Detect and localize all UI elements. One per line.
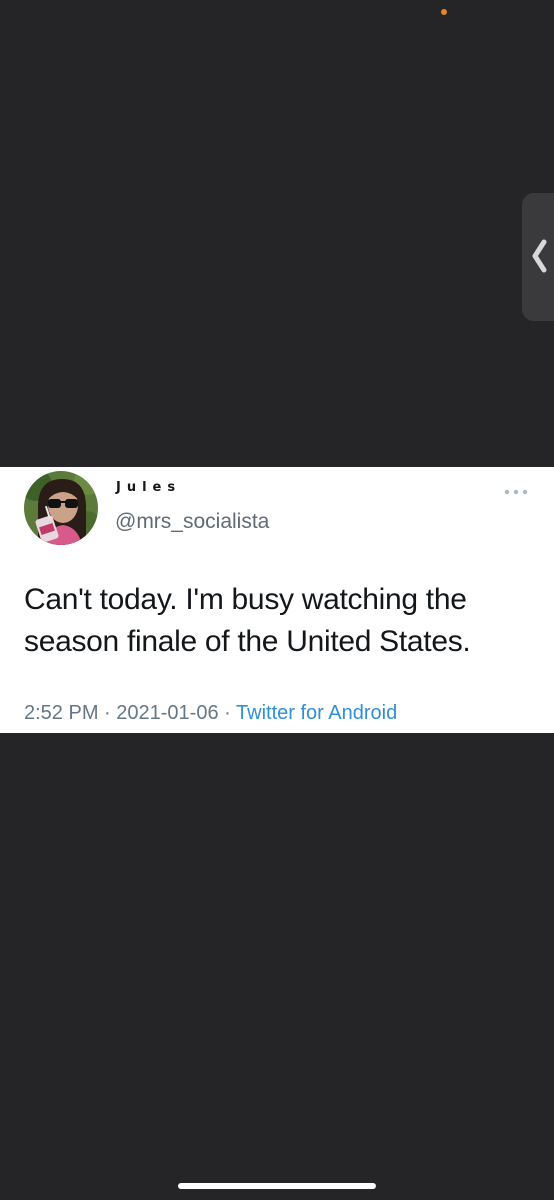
meta-separator: ·	[104, 702, 111, 724]
tweet-source-link[interactable]: Twitter for Android	[236, 702, 397, 724]
tweet-time[interactable]: 2:52 PM	[24, 702, 98, 724]
display-name[interactable]: Jules	[116, 480, 181, 495]
tweet-text: Can't today. I'm busy watching the seaso…	[24, 583, 471, 658]
tweet-card: Jules @mrs_socialista Can't today. I'm b…	[0, 467, 554, 733]
tweet-metadata: 2:52 PM · 2021-01-06 · Twitter for Andro…	[24, 702, 397, 725]
chevron-left-icon	[532, 239, 547, 273]
user-handle[interactable]: @mrs_socialista	[115, 510, 269, 534]
side-panel-handle[interactable]	[522, 193, 554, 321]
meta-separator: ·	[224, 702, 231, 724]
tweet-date[interactable]: 2021-01-06	[116, 702, 218, 724]
more-horizontal-icon[interactable]	[503, 485, 529, 499]
avatar[interactable]	[24, 471, 98, 545]
avatar-image	[24, 471, 98, 545]
home-indicator[interactable]	[178, 1183, 376, 1189]
recording-indicator-dot	[441, 9, 447, 15]
